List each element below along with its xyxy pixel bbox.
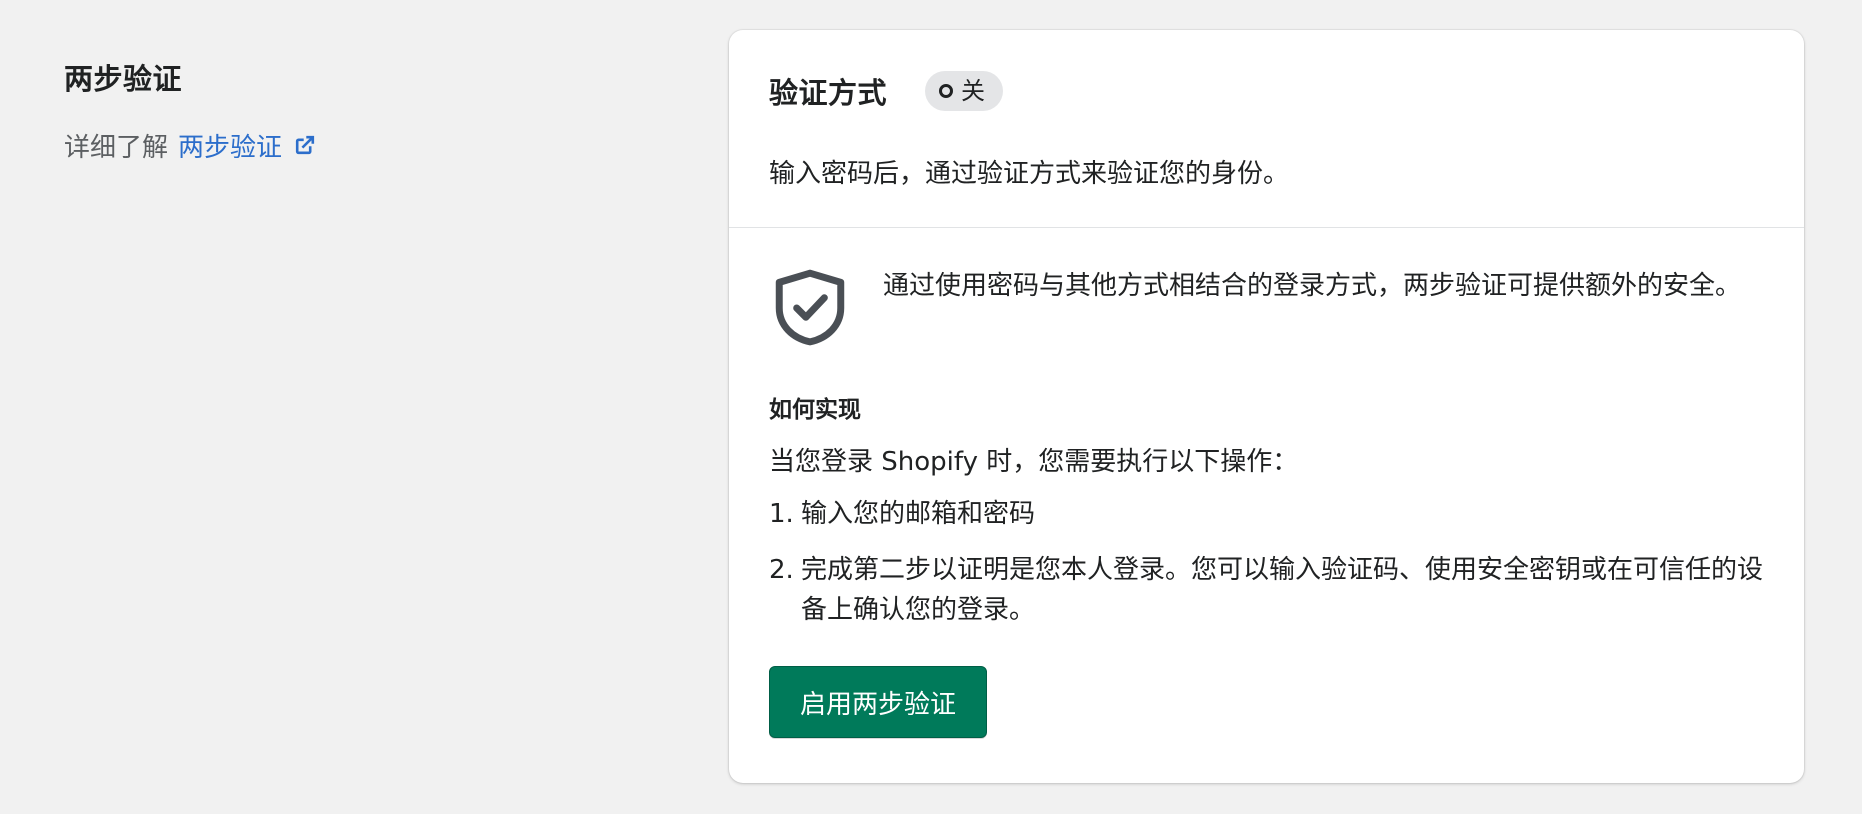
learn-more-prefix: 详细了解	[64, 132, 169, 163]
step-number: 2.	[769, 555, 794, 585]
card-header: 验证方式 关 输入密码后，通过验证方式来验证您的身份。	[729, 30, 1804, 228]
feature-text: 通过使用密码与其他方式相结合的登录方式，两步验证可提供额外的安全。	[883, 271, 1742, 301]
steps-list: 1. 输入您的邮箱和密码 2. 完成第二步以证明是您本人登录。您可以输入验证码、…	[769, 494, 1764, 630]
status-dot-icon	[939, 84, 954, 98]
how-it-works-description: 当您登录 Shopify 时，您需要执行以下操作：	[769, 447, 1299, 477]
card-title: 验证方式	[769, 76, 888, 110]
card-body: 通过使用密码与其他方式相结合的登录方式，两步验证可提供额外的安全。 如何实现 当…	[729, 228, 1804, 778]
status-badge-label: 关	[961, 77, 986, 105]
step-item: 1. 输入您的邮箱和密码	[769, 494, 1764, 534]
external-link-icon	[292, 132, 318, 158]
card-description: 输入密码后，通过验证方式来验证您的身份。	[769, 159, 1290, 189]
step-item: 2. 完成第二步以证明是您本人登录。您可以输入验证码、使用安全密钥或在可信任的设…	[769, 550, 1764, 630]
two-step-card: 验证方式 关 输入密码后，通过验证方式来验证您的身份。 通过使用密码与其他方式相…	[729, 30, 1804, 783]
section-intro: 两步验证 详细了解 两步验证	[64, 62, 624, 164]
section-title: 两步验证	[64, 62, 183, 96]
step-text: 输入您的邮箱和密码	[801, 499, 1036, 529]
step-number: 1.	[769, 499, 794, 529]
status-badge: 关	[925, 71, 1004, 111]
how-it-works-title: 如何实现	[769, 397, 861, 423]
learn-more-link-text: 两步验证	[178, 132, 283, 163]
learn-more-link[interactable]: 两步验证	[178, 127, 318, 164]
shield-check-icon	[769, 266, 851, 348]
card-header-row: 验证方式 关	[769, 70, 1764, 112]
feature-row: 通过使用密码与其他方式相结合的登录方式，两步验证可提供额外的安全。	[769, 266, 1764, 348]
enable-two-step-button[interactable]: 启用两步验证	[769, 666, 988, 738]
learn-more: 详细了解 两步验证	[64, 127, 624, 164]
step-text: 完成第二步以证明是您本人登录。您可以输入验证码、使用安全密钥或在可信任的设备上确…	[801, 555, 1764, 625]
